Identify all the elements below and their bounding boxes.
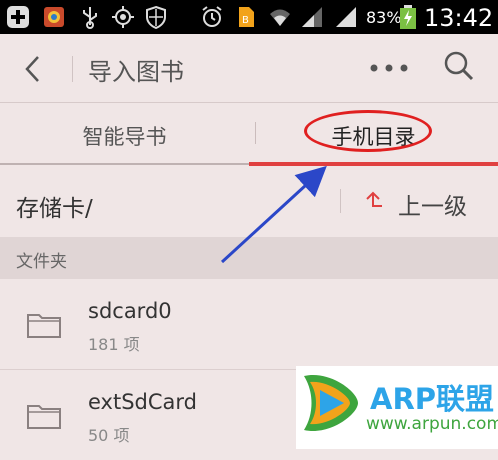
current-path: 存储卡/ xyxy=(16,196,93,222)
clock: 13:42 xyxy=(424,4,494,32)
gps-icon xyxy=(112,6,134,28)
tab-smart-import[interactable]: 智能导书 xyxy=(0,103,249,167)
status-bar: B 83% 13:42 xyxy=(0,0,498,34)
more-icon[interactable] xyxy=(368,60,410,76)
svg-text:B: B xyxy=(242,15,249,26)
folder-icon xyxy=(27,314,61,338)
parent-folder-label: 上一级 xyxy=(398,194,467,220)
usb-icon xyxy=(83,7,97,29)
shield-icon xyxy=(146,5,166,29)
folder-name: sdcard0 xyxy=(88,299,172,323)
section-label: 文件夹 xyxy=(16,252,67,272)
up-arrow-icon xyxy=(366,191,382,207)
path-divider xyxy=(340,189,341,213)
watermark-brand: ARP联盟 xyxy=(370,382,495,416)
folder-item-count: 181 项 xyxy=(88,335,140,354)
folder-item-count: 50 项 xyxy=(88,426,130,445)
folder-item[interactable]: sdcard0 181 项 xyxy=(0,279,498,370)
folder-name: extSdCard xyxy=(88,390,197,414)
battery-percent: 83% xyxy=(366,8,402,27)
annotation-circle xyxy=(304,110,432,152)
watermark-url: www.arpun.com xyxy=(366,414,498,434)
wifi-icon xyxy=(270,9,290,26)
document-icon: B xyxy=(239,7,254,27)
tab-underline xyxy=(0,163,249,165)
photo-app-icon xyxy=(44,7,64,27)
signal-icon xyxy=(302,7,322,27)
battery-icon xyxy=(400,5,416,29)
back-icon[interactable] xyxy=(20,54,46,84)
tab-label: 智能导书 xyxy=(82,125,167,149)
header-divider xyxy=(72,56,73,82)
folder-icon xyxy=(27,405,61,429)
watermark: ARP联盟 www.arpun.com xyxy=(296,366,498,449)
notification-plus-icon xyxy=(7,6,29,28)
alarm-icon xyxy=(202,6,222,27)
play-logo-icon xyxy=(304,374,358,432)
parent-folder-button[interactable]: 上一级 xyxy=(362,183,488,220)
section-header: 文件夹 xyxy=(0,237,498,279)
app-header: 导入图书 xyxy=(0,34,498,103)
page-title: 导入图书 xyxy=(88,58,184,86)
search-icon[interactable] xyxy=(441,48,477,84)
active-tab-indicator xyxy=(249,162,498,166)
tab-divider xyxy=(255,122,256,144)
path-bar: 存储卡/ 上一级 xyxy=(0,167,498,237)
signal-icon xyxy=(336,7,356,27)
